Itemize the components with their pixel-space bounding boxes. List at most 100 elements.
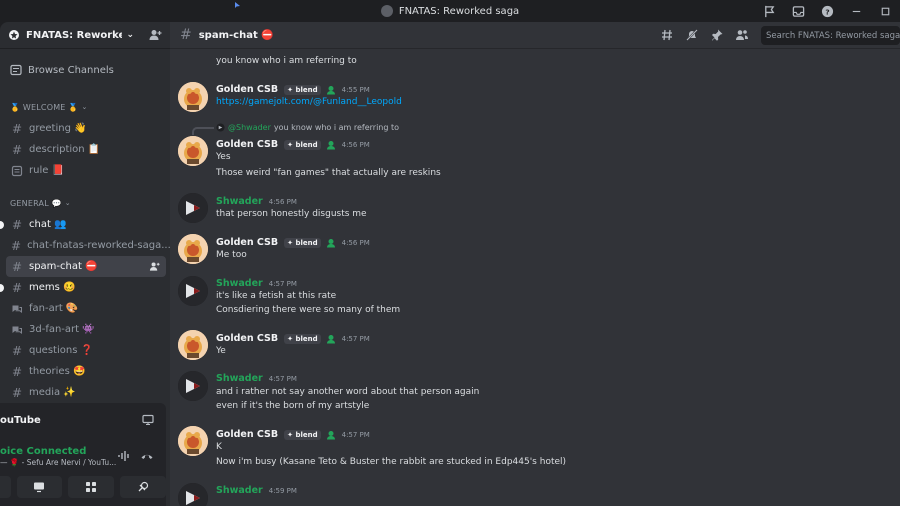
server-header[interactable]: FNATAS: Reworked... ⌄ <box>0 22 170 49</box>
voice-channel-info[interactable]: — 🌹 - Sefu Are Nervi / YouTu... <box>0 458 116 467</box>
reply-text: you know who i am referring to <box>273 123 400 132</box>
channel-greeting[interactable]: # greeting 👋 <box>6 118 166 139</box>
server-logo-icon <box>380 5 393 17</box>
message-text: that person honestly disgusts me <box>216 209 367 219</box>
category-general[interactable]: GENERAL 💬 ⌄ <box>0 196 170 210</box>
author-name[interactable]: Shwader <box>216 485 263 496</box>
message-author[interactable]: Golden CSB ✦ blend 4:56 PM <box>216 139 370 150</box>
author-name[interactable]: Golden CSB <box>216 333 278 344</box>
guild-tag[interactable]: ✦ blend <box>284 237 321 248</box>
flag-icon[interactable] <box>755 0 784 22</box>
author-name[interactable]: Golden CSB <box>216 429 278 440</box>
channel-label: chat 👥 <box>29 219 67 230</box>
message-timestamp: 4:57 PM <box>341 334 370 343</box>
pinned-messages-icon[interactable] <box>710 28 724 42</box>
avatar[interactable] <box>178 330 208 360</box>
member-list-icon[interactable] <box>735 28 749 42</box>
guild-tag-label: blend <box>295 430 318 439</box>
author-name[interactable]: Shwader <box>216 196 263 207</box>
screen-share-button[interactable] <box>16 476 63 498</box>
message-text: Now i'm busy (Kasane Teto & Buster the r… <box>216 457 567 467</box>
activities-icon <box>86 482 97 492</box>
message-author[interactable]: Golden CSB ✦ blend 4:56 PM <box>216 237 370 248</box>
message-author[interactable]: Shwader 4:56 PM <box>216 196 297 207</box>
channel-spam-chat[interactable]: # spam-chat ⛔ <box>6 256 166 277</box>
reply-preview[interactable]: @Shwader you know who i am referring to <box>216 123 399 132</box>
message-text: and i rather not say another word about … <box>216 387 480 397</box>
maximize-icon[interactable] <box>871 0 900 22</box>
message-author[interactable]: Shwader 4:59 PM <box>216 485 297 496</box>
soundboard-button[interactable] <box>120 476 166 498</box>
search-input[interactable]: Search FNATAS: Reworked saga <box>761 26 900 45</box>
author-name[interactable]: Shwader <box>216 278 263 289</box>
avatar[interactable] <box>178 82 208 112</box>
avatar[interactable] <box>178 276 208 306</box>
rules-channel-icon <box>11 165 23 176</box>
screen-share-icon[interactable] <box>142 414 154 426</box>
message-list: you know who i am referring to Golden CS… <box>170 49 900 506</box>
notification-muted-icon[interactable] <box>685 28 699 42</box>
author-name[interactable]: Golden CSB <box>216 84 278 95</box>
minimize-icon[interactable] <box>842 0 871 22</box>
reply-mention[interactable]: @Shwader <box>228 123 271 132</box>
guild-tag[interactable]: ✦ blend <box>284 139 321 150</box>
channel-label: fan-art 🎨 <box>29 303 79 314</box>
avatar[interactable] <box>178 371 208 401</box>
help-icon[interactable]: ? <box>813 0 842 22</box>
avatar[interactable] <box>178 193 208 223</box>
server-name: FNATAS: Reworked... <box>26 29 123 41</box>
server-boost-icon <box>9 30 19 40</box>
message-link[interactable]: https://gamejolt.com/@Funland__Leopold <box>216 97 402 107</box>
channel-fan-art[interactable]: fan-art 🎨 <box>6 298 166 319</box>
message-text: Consdiering there were so many of them <box>216 305 401 315</box>
channel-mems[interactable]: # mems 🥴 <box>0 277 166 298</box>
message-author[interactable]: Golden CSB ✦ blend 4:57 PM <box>216 429 370 440</box>
author-name[interactable]: Golden CSB <box>216 139 278 150</box>
guild-tag[interactable]: ✦ blend <box>284 84 321 95</box>
disconnect-icon[interactable] <box>140 450 154 462</box>
channel-chat-fnatas[interactable]: # chat-fnatas-reworked-saga... <box>6 235 171 256</box>
guild-tag-label: blend <box>295 334 318 343</box>
channel-media[interactable]: # media ✨ <box>6 382 166 403</box>
hash-icon: # <box>11 259 23 274</box>
avatar[interactable] <box>178 234 208 264</box>
author-name[interactable]: Golden CSB <box>216 237 278 248</box>
channel-chat[interactable]: # chat 👥 <box>0 214 166 235</box>
activities-button[interactable] <box>68 476 115 498</box>
message-author[interactable]: Shwader 4:57 PM <box>216 373 297 384</box>
create-invite-icon[interactable] <box>149 261 160 272</box>
message-timestamp: 4:56 PM <box>268 197 297 206</box>
browse-channels[interactable]: Browse Channels <box>6 57 164 83</box>
message-text: Me too <box>216 250 247 260</box>
video-button[interactable] <box>0 476 11 498</box>
activity-panel[interactable]: ouTube <box>0 403 166 437</box>
author-name[interactable]: Shwader <box>216 373 263 384</box>
role-badge-icon <box>326 85 335 94</box>
guild-tag-label: blend <box>295 238 318 247</box>
avatar[interactable] <box>178 136 208 166</box>
channel-theories[interactable]: # theories 🤩 <box>6 361 166 382</box>
avatar[interactable] <box>178 426 208 456</box>
message-text: even if it's the born of my artstyle <box>216 401 370 411</box>
channel-description[interactable]: # description 📋 <box>6 139 166 160</box>
category-label: GENERAL 💬 <box>10 198 62 208</box>
unread-indicator <box>0 221 4 229</box>
category-welcome[interactable]: 🥇 WELCOME 🥇 ⌄ <box>0 100 170 114</box>
hash-icon: # <box>11 217 23 232</box>
category-label: 🥇 WELCOME 🥇 <box>10 102 79 112</box>
message-author[interactable]: Shwader 4:57 PM <box>216 278 297 289</box>
channel-rule[interactable]: rule 📕 <box>6 160 166 181</box>
threads-icon[interactable] <box>660 28 674 42</box>
channel-questions[interactable]: # questions ❓ <box>6 340 166 361</box>
guild-tag[interactable]: ✦ blend <box>284 429 321 440</box>
voice-signal-icon[interactable] <box>117 450 131 462</box>
chevron-down-icon: ⌄ <box>64 199 71 207</box>
inbox-icon[interactable] <box>784 0 813 22</box>
message-author[interactable]: Golden CSB ✦ blend 4:57 PM <box>216 333 370 344</box>
message-author[interactable]: Golden CSB ✦ blend 4:55 PM <box>216 84 370 95</box>
channel-3d-fan-art[interactable]: 3d-fan-art 👾 <box>6 319 166 340</box>
avatar[interactable] <box>178 483 208 506</box>
invite-people-icon[interactable] <box>148 28 162 42</box>
channel-label: questions ❓ <box>29 345 94 356</box>
guild-tag[interactable]: ✦ blend <box>284 333 321 344</box>
